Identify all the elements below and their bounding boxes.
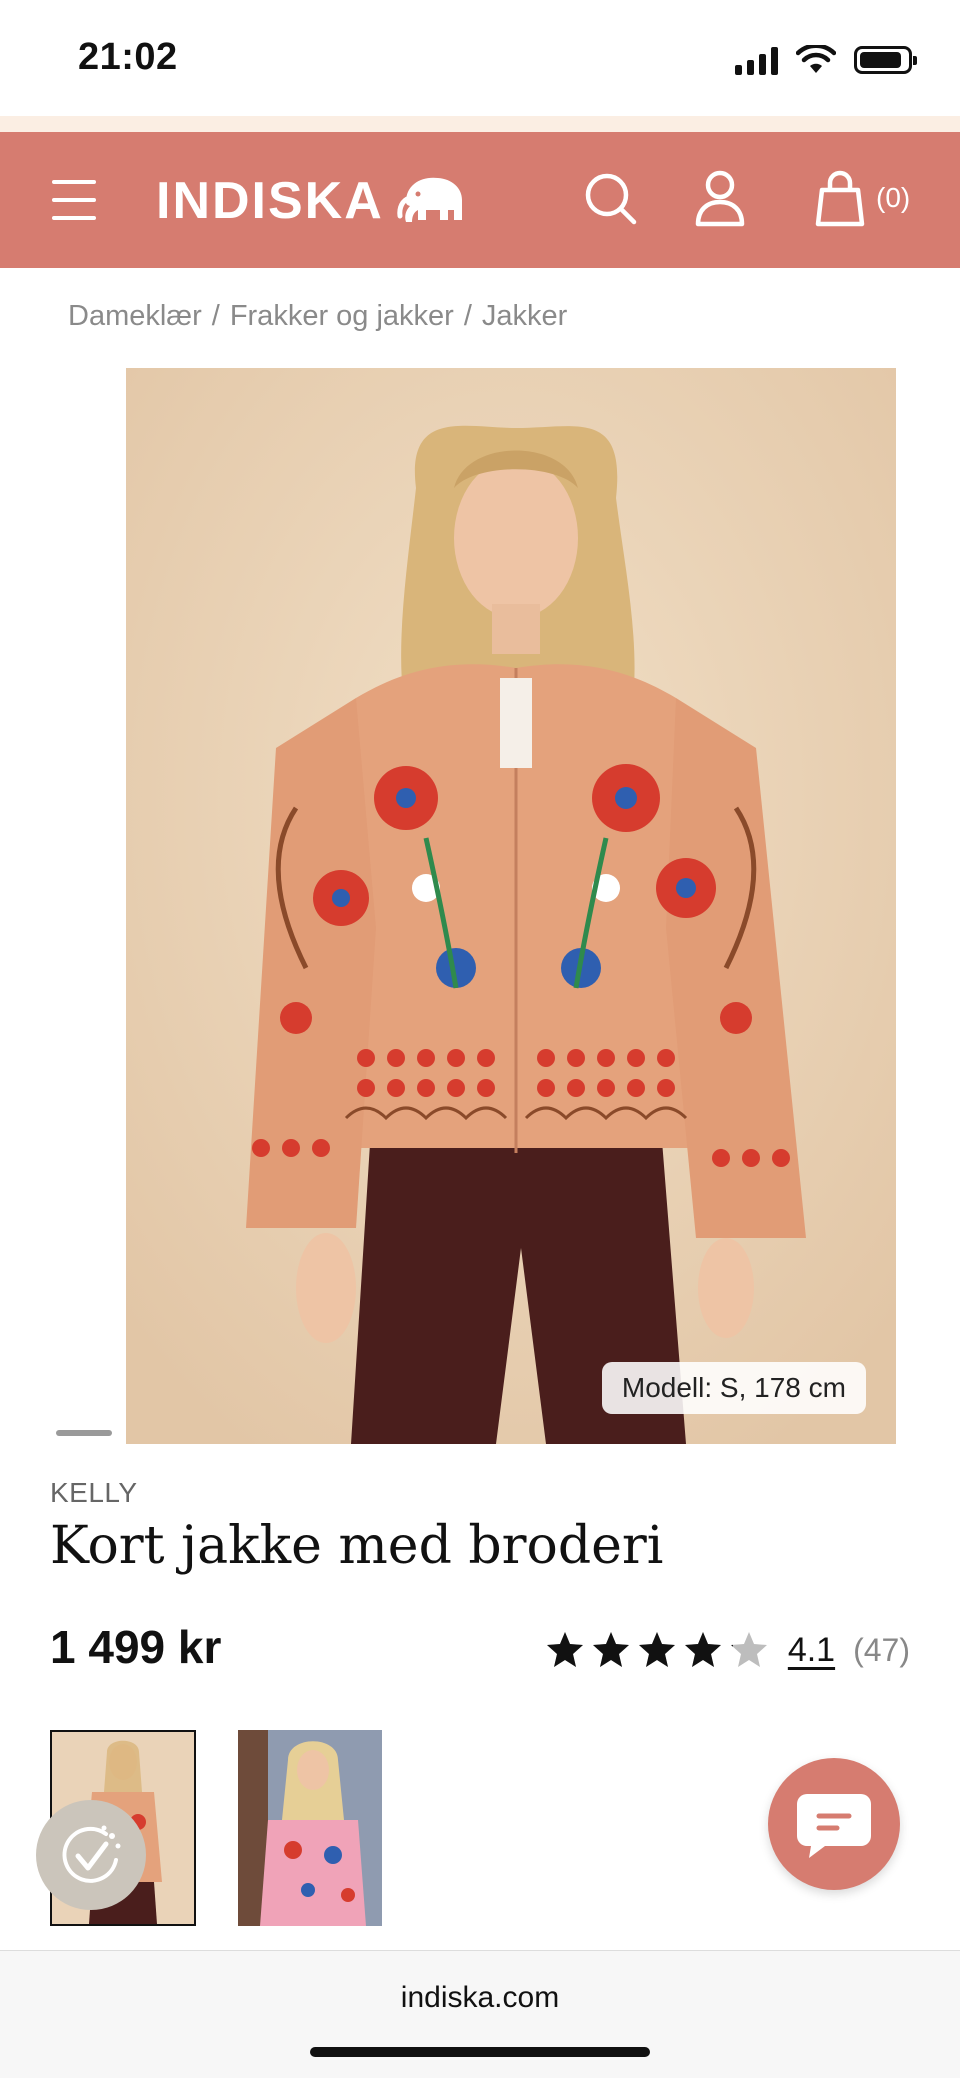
breadcrumb-separator: / [463,300,472,332]
status-time: 21:02 [78,36,178,78]
chat-icon [797,1794,871,1858]
rating-stars [544,1630,770,1670]
product-price: 1 499 kr [50,1621,222,1673]
battery-icon [854,46,917,74]
site-header: INDISKA (0) [0,132,960,268]
star-icon [592,1632,629,1667]
promo-strip [0,116,960,132]
signal-icon [735,45,778,75]
model-size-badge: Modell: S, 178 cm [601,1362,866,1414]
product-photo [126,368,896,1444]
accessibility-button[interactable] [36,1800,146,1910]
status-icons [735,40,917,80]
product-thumbnail-2[interactable] [238,1730,382,1926]
star-icon [638,1632,675,1667]
user-icon[interactable] [690,168,750,228]
logo-text: INDISKA [156,172,384,230]
chat-button[interactable] [768,1758,900,1890]
rating-count: (47) [853,1631,910,1668]
product-rating[interactable]: 4.1 (47) [544,1630,910,1670]
breadcrumb-item-jakker[interactable]: Jakker [482,300,567,333]
breadcrumb-item-frakker[interactable]: Frakker og jakker [230,300,454,333]
browser-url-bar[interactable]: indiska.com [0,1950,960,2078]
star-icon [730,1632,767,1667]
star-icon [546,1632,583,1667]
bag-icon[interactable] [810,168,870,228]
home-indicator[interactable] [310,2047,650,2057]
cart-count[interactable]: (0) [876,182,910,214]
thumbnail-photo [238,1730,382,1926]
breadcrumb-item-dameklaer[interactable]: Dameklær [68,300,202,333]
star-icon [684,1632,721,1667]
status-bar: 21:02 [0,0,960,116]
breadcrumb: Dameklær / Frakker og jakker / Jakker [68,300,567,333]
menu-icon[interactable] [52,180,96,220]
product-title: Kort jakke med broderi [50,1516,664,1576]
image-carousel-indicator [56,1430,112,1436]
search-icon[interactable] [580,168,640,228]
product-main-image[interactable]: Modell: S, 178 cm [126,368,896,1444]
rating-value[interactable]: 4.1 [788,1631,835,1670]
accessibility-icon [62,1825,121,1883]
site-logo[interactable]: INDISKA [156,166,470,236]
elephant-logo-icon [397,177,462,222]
url-text[interactable]: indiska.com [0,1981,960,2015]
breadcrumb-separator: / [211,300,220,332]
product-brand: KELLY [50,1477,138,1508]
wifi-icon [796,45,836,73]
